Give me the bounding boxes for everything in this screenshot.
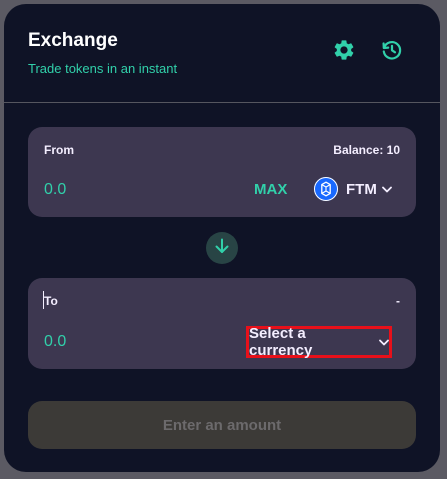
submit-button[interactable]: Enter an amount [28, 401, 416, 449]
select-currency-label: Select a currency [249, 325, 313, 359]
chevron-down-icon [379, 333, 389, 351]
fantom-logo-icon [314, 177, 338, 201]
to-balance: - [396, 294, 400, 308]
select-currency-button[interactable]: Select a currency [246, 325, 392, 359]
to-label: To [44, 294, 58, 308]
from-token-symbol: FTM [346, 180, 377, 198]
from-panel: From Balance: 10 0.0 MAX FTM [28, 127, 416, 217]
swap-direction-button[interactable] [206, 232, 238, 264]
gear-icon [332, 38, 356, 67]
exchange-card: Exchange Trade tokens in an instant From… [4, 4, 440, 472]
max-button[interactable]: MAX [254, 181, 287, 198]
history-button[interactable] [378, 38, 406, 66]
from-balance: Balance: 10 [333, 143, 400, 157]
page-subtitle: Trade tokens in an instant [28, 61, 178, 76]
from-token-select[interactable]: FTM [314, 177, 392, 201]
chevron-down-icon [381, 180, 392, 198]
from-label: From [44, 143, 74, 157]
history-icon [380, 38, 404, 67]
page-title: Exchange [28, 30, 118, 51]
header-divider [4, 102, 440, 103]
to-amount-input[interactable]: 0.0 [44, 333, 66, 351]
to-panel: To - 0.0 Select a currency [28, 278, 416, 369]
arrow-down-icon [213, 237, 231, 260]
from-amount-input[interactable]: 0.0 [44, 181, 66, 199]
settings-button[interactable] [330, 38, 358, 66]
